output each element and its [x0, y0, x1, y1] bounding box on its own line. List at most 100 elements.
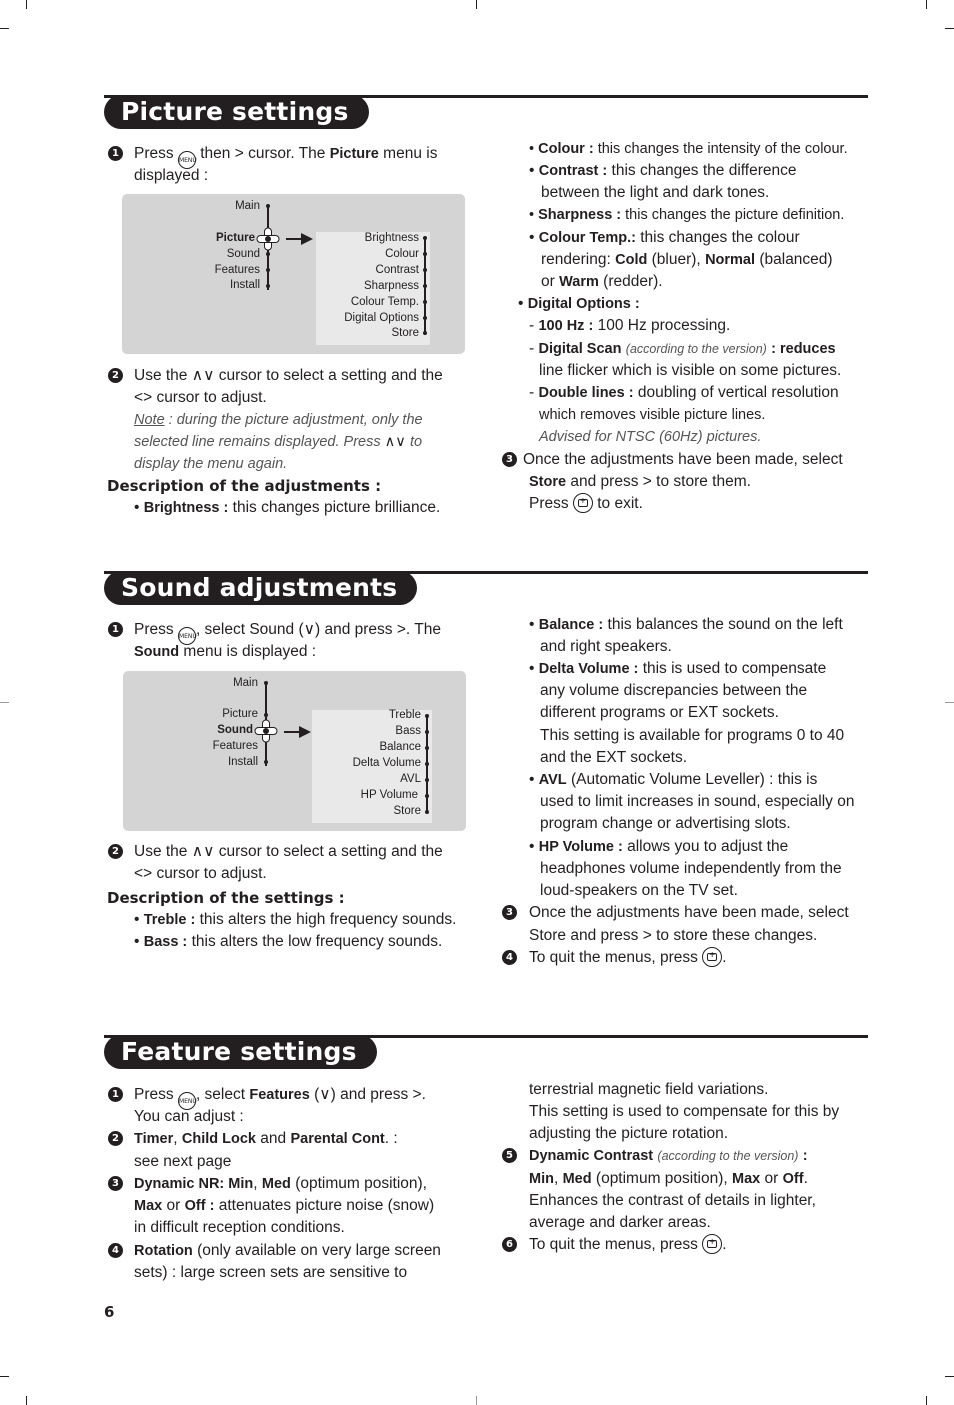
picture-step3-line1: Once the adjustments have been made, sel…	[523, 451, 843, 468]
feature-step3-line1: Dynamic NR: Min, Med (optimum position),	[134, 1173, 427, 1195]
term: Warm	[559, 274, 599, 290]
text: and	[260, 1130, 287, 1147]
submenu-item: Treble	[388, 709, 421, 721]
info-plus-key-icon	[702, 947, 723, 967]
term: Cold	[615, 252, 648, 268]
sound-desc-delta-line3: different programs or EXT sockets.	[540, 704, 779, 721]
term: Max	[134, 1198, 163, 1214]
text: (redder).	[603, 273, 663, 290]
cursor-left-icon: <	[134, 389, 144, 406]
menu-dot	[266, 252, 270, 256]
step-number: 6	[502, 1237, 517, 1252]
term: AVL	[538, 772, 567, 788]
sound-menu-diagram: Main Picture Sound Features Install Treb…	[123, 671, 466, 831]
menu-item-install: Install	[229, 279, 260, 291]
picture-desc-digital-scan: - Digital Scan (according to the version…	[529, 340, 836, 357]
sound-desc-delta: • Delta Volume : this is used to compens…	[529, 660, 827, 677]
text: to store these changes.	[656, 927, 818, 944]
term: Med	[562, 1171, 592, 1187]
term: Child Lock	[181, 1131, 256, 1147]
picture-desc-colour-temp-line2: rendering: Cold (bluer), Normal (balance…	[541, 249, 833, 271]
submenu-item: Sharpness	[364, 280, 419, 292]
submenu-item: Delta Volume	[352, 757, 421, 769]
term: Features	[249, 1087, 310, 1103]
info-plus-key-icon	[572, 493, 593, 513]
step-number: 3	[108, 1176, 123, 1191]
menu-item-features: Features	[214, 264, 260, 276]
step-number: 3	[502, 452, 517, 467]
sound-desc-hp-line3: loud-speakers on the TV set.	[540, 882, 738, 899]
menu-dot	[425, 730, 429, 734]
term: Off	[782, 1171, 804, 1187]
picture-desc-digital-scan-line2: line flicker which is visible on some pi…	[539, 362, 842, 379]
text: this alters the low frequency sounds.	[191, 933, 443, 950]
feature-step4-line2: sets) : large screen sets are sensitive …	[134, 1264, 408, 1281]
sound-desc-treble: • Treble : this alters the high frequenc…	[134, 911, 457, 928]
feature-step4-line5: adjusting the picture rotation.	[529, 1125, 729, 1142]
picture-note-line1: Note : during the picture adjustment, on…	[134, 409, 423, 431]
term: Dynamic Contrast	[529, 1148, 654, 1164]
text: attenuates picture noise (snow)	[218, 1197, 435, 1214]
term: Med	[261, 1176, 291, 1192]
term: Rotation	[134, 1243, 193, 1259]
sound-desc-header: Description of the settings :	[107, 889, 345, 907]
menu-dot	[423, 284, 427, 288]
term: Digital Options :	[527, 296, 640, 312]
note: (according to the version)	[625, 342, 767, 356]
cursor-up-icon: ∧	[191, 843, 204, 860]
term: Brightness :	[143, 500, 229, 516]
text: or	[764, 1170, 779, 1187]
picture-step3-line3: Press to exit.	[529, 493, 643, 515]
cursor-right-icon: >	[642, 927, 652, 944]
submenu-item: HP Volume	[360, 789, 418, 801]
picture-desc-sharpness: • Sharpness : this changes the picture d…	[529, 207, 845, 223]
crop-mark	[26, 0, 27, 9]
text: and press	[570, 473, 639, 490]
sound-desc-bass: • Bass : this alters the low frequency s…	[134, 933, 443, 950]
crop-mark	[0, 1376, 9, 1377]
crop-mark	[476, 0, 477, 9]
step-number: 2	[108, 368, 123, 383]
term: Digital Scan	[538, 341, 622, 357]
cursor-down-icon: ∨	[303, 621, 315, 638]
text: this is used to compensate	[642, 660, 827, 677]
text: To quit the menus, press	[529, 949, 698, 966]
term: Store	[529, 474, 567, 490]
text-bold: Picture	[329, 146, 379, 162]
crop-mark	[945, 28, 954, 29]
term: Max	[732, 1171, 761, 1187]
section-title-picture: Picture settings	[104, 95, 369, 129]
cursor-right-icon: >	[143, 865, 153, 882]
sound-step3-line2: Store and press > to store these changes…	[529, 925, 817, 947]
picture-desc-advised: Advised for NTSC (60Hz) pictures.	[539, 429, 762, 445]
feature-step4-line3: terrestrial magnetic field variations.	[529, 1081, 769, 1098]
term: Dynamic NR: Min	[134, 1176, 254, 1192]
picture-desc-colour: • Colour : this changes the intensity of…	[529, 141, 848, 157]
picture-desc-brightness: • Brightness : this changes picture bril…	[134, 499, 441, 516]
menu-item-sound-selected: Sound	[217, 724, 253, 736]
text: rendering:	[541, 251, 611, 268]
cursor-left-icon: <	[134, 865, 144, 882]
text: menu is	[383, 145, 438, 162]
text: (balanced)	[759, 251, 833, 268]
menu-dot	[425, 778, 429, 782]
menu-dot	[264, 760, 268, 764]
menu-dot	[423, 268, 427, 272]
crop-mark	[945, 702, 954, 703]
feature-step5-line2: Min, Med (optimum position), Max or Off.	[529, 1168, 808, 1190]
cursor-right-icon: >	[642, 473, 652, 490]
crop-mark	[945, 1376, 954, 1377]
cursor-down-icon: ∨	[319, 1086, 331, 1103]
text: ,	[173, 1130, 178, 1147]
picture-note-line3: display the menu again.	[134, 456, 288, 472]
text: (only available on very large screen	[197, 1242, 441, 1259]
step-number: 4	[502, 950, 517, 965]
crop-mark	[926, 1396, 927, 1405]
menu-dot	[264, 681, 268, 685]
text: this changes the difference	[611, 162, 797, 179]
menu-item-main: Main	[235, 200, 260, 212]
page-number: 6	[104, 1303, 115, 1321]
feature-step6: To quit the menus, press .	[529, 1234, 727, 1256]
term: Bass :	[143, 934, 188, 950]
cursor-down-icon: ∨	[203, 367, 215, 384]
